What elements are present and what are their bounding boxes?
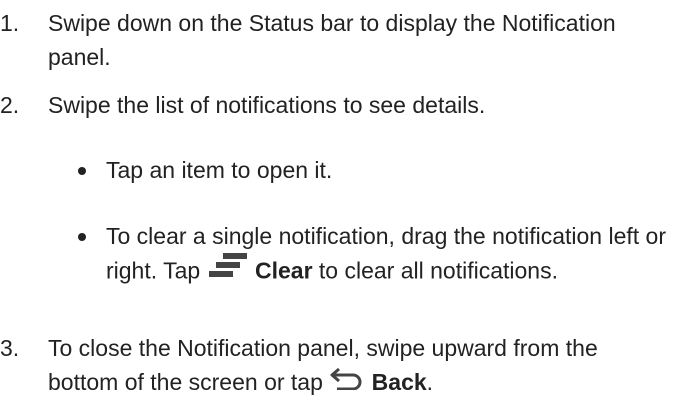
step-number: 2.	[0, 92, 20, 118]
step-3: 3. To close the Notification panel, swip…	[0, 331, 670, 401]
step-text: Swipe down on the Status bar to display …	[48, 10, 616, 70]
step-2: 2. Swipe the list of notifications to se…	[0, 88, 670, 122]
bullet-text: Tap an item to open it.	[106, 157, 333, 183]
bullet-item: To clear a single notification, drag the…	[78, 219, 670, 292]
bullet-dot	[78, 167, 86, 175]
step-1: 1. Swipe down on the Status bar to displ…	[0, 6, 670, 74]
bullet-text-after: to clear all notifications.	[318, 257, 558, 284]
clear-all-icon	[207, 251, 249, 290]
bullet-item: Tap an item to open it.	[78, 153, 670, 187]
step-text: Swipe the list of notifications to see d…	[48, 92, 486, 118]
step-number: 3.	[0, 335, 20, 361]
clear-label: Clear	[254, 257, 313, 284]
step-text: To close the Notification panel, swipe u…	[48, 335, 598, 395]
back-label: Back	[371, 369, 427, 395]
step-number: 1.	[0, 10, 20, 36]
bullet-dot	[78, 233, 86, 241]
back-icon	[329, 365, 365, 399]
step-text-after: .	[426, 369, 434, 395]
